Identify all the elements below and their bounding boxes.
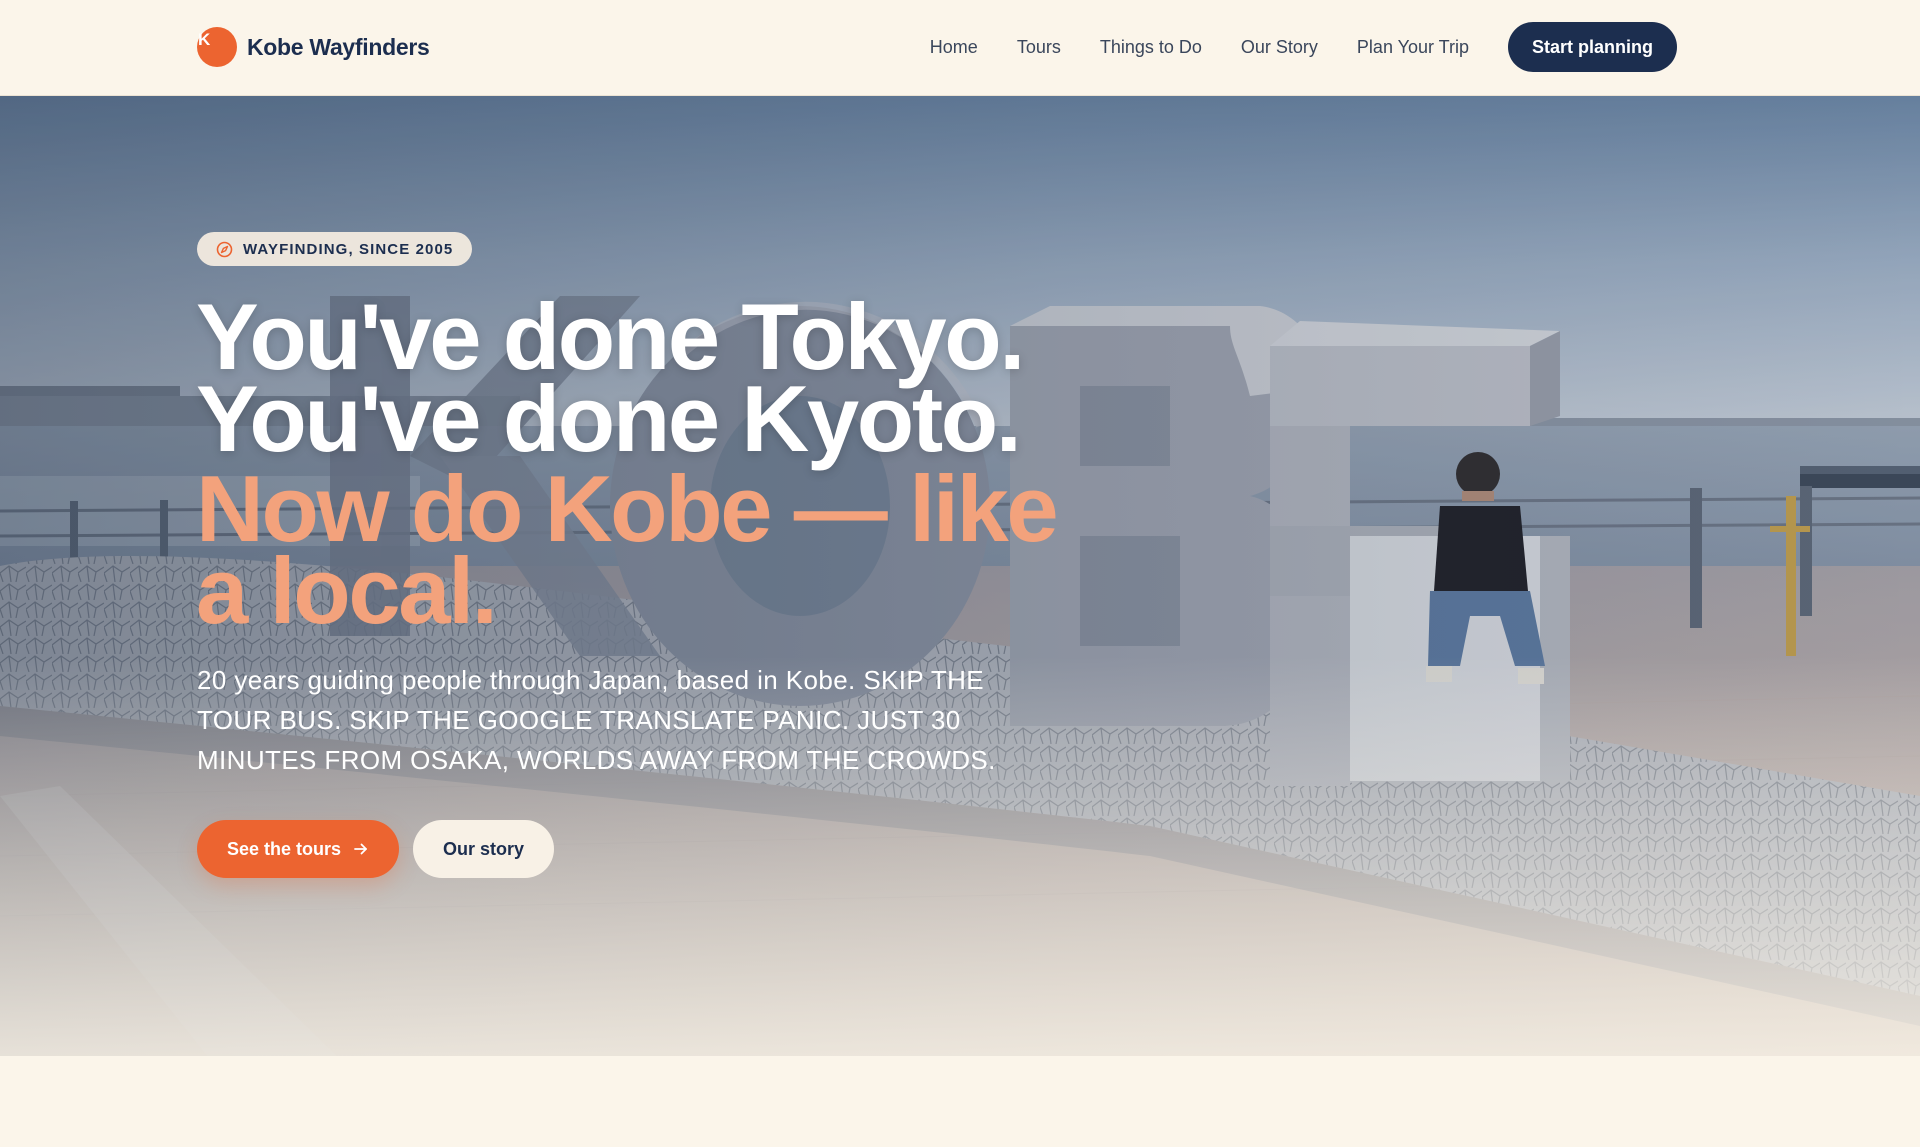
arrow-right-icon: [353, 841, 369, 857]
brand-logo-link[interactable]: K Kobe Wayfinders: [197, 27, 430, 67]
brand-name: Kobe Wayfinders: [247, 33, 430, 60]
nav-our-story[interactable]: Our Story: [1241, 37, 1318, 58]
see-the-tours-button[interactable]: See the tours: [197, 820, 400, 878]
hero-section: WAYFINDING, SINCE 2005 You've done Tokyo…: [0, 96, 1920, 1147]
lede-intro: 20 years guiding people through Japan, b…: [197, 665, 856, 695]
start-planning-button[interactable]: Start planning: [1508, 22, 1677, 72]
nav-tours[interactable]: Tours: [1017, 37, 1061, 58]
nav-plan-your-trip[interactable]: Plan Your Trip: [1357, 37, 1469, 58]
badge-text: WAYFINDING, SINCE 2005: [243, 240, 454, 258]
nav-things-to-do[interactable]: Things to Do: [1100, 37, 1202, 58]
headline-line-kyoto: You've done Kyoto.: [196, 366, 1022, 471]
since-badge: WAYFINDING, SINCE 2005: [197, 232, 473, 266]
headline-accent-kobe: Now do Kobe — like a local.: [196, 456, 1059, 643]
our-story-button[interactable]: Our story: [413, 820, 555, 878]
hero-actions: See the tours Our story: [197, 820, 555, 878]
hero-headline: You've done Tokyo. You've done Kyoto. No…: [196, 290, 1096, 643]
compass-icon: [216, 241, 233, 258]
see-the-tours-label: See the tours: [227, 838, 342, 859]
brand-mark-letter: K: [198, 30, 211, 49]
site-header: K Kobe Wayfinders Home Tours Things to D…: [0, 0, 1920, 96]
nav-home[interactable]: Home: [930, 37, 978, 58]
hero-lede: 20 years guiding people through Japan, b…: [197, 660, 1027, 780]
main-nav: Home Tours Things to Do Our Story Plan Y…: [930, 22, 1677, 72]
brand-mark-icon: K: [197, 27, 237, 67]
